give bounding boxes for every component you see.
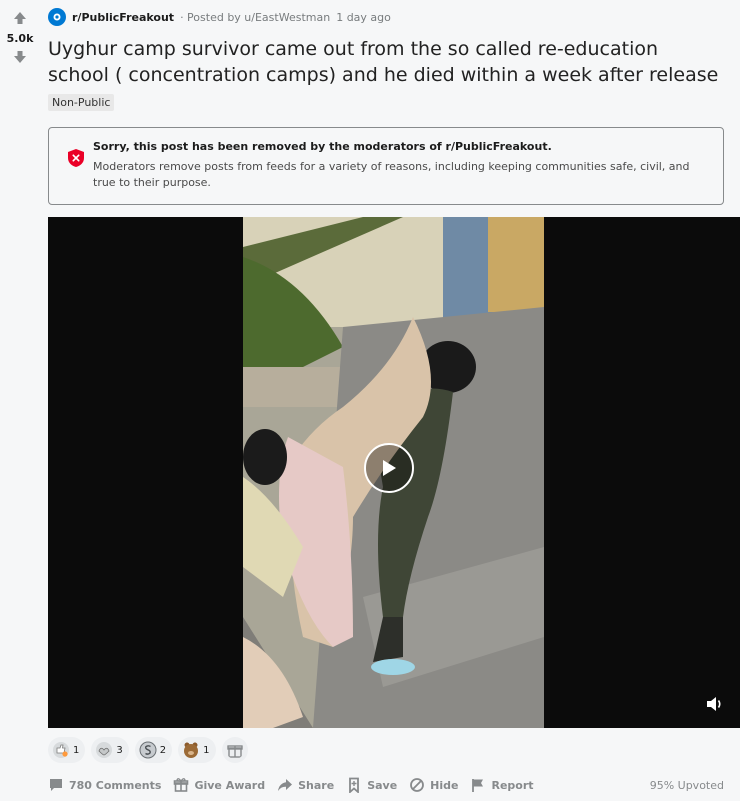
award-count: 2 (159, 744, 167, 756)
removed-notice-body: Moderators remove posts from feeds for a… (93, 160, 690, 189)
award-count: 3 (116, 744, 123, 756)
wholesome-award-icon (96, 742, 113, 758)
award-silver[interactable]: 2 (134, 737, 173, 763)
video-player[interactable] (48, 217, 740, 728)
share-icon (278, 779, 293, 791)
award-bear[interactable]: 1 (178, 737, 216, 763)
give-award-button[interactable]: Give Award (173, 777, 265, 793)
post-content: r/PublicFreakout · Posted by u/EastWestm… (48, 0, 724, 205)
comment-icon (50, 779, 62, 791)
give-award-label: Give Award (194, 778, 266, 792)
removed-notice-heading: Sorry, this post has been removed by the… (93, 140, 552, 153)
subreddit-icon[interactable] (48, 8, 66, 26)
award-wholesome[interactable]: 3 (91, 737, 129, 763)
comments-button[interactable]: 780 Comments (48, 777, 161, 793)
post-flair[interactable]: Non-Public (48, 94, 115, 111)
award-helpful[interactable]: 1 (48, 737, 86, 763)
flag-icon (472, 779, 484, 792)
subreddit-link[interactable]: r/PublicFreakout (72, 11, 174, 24)
gift-icon (226, 745, 243, 758)
report-label: Report (491, 778, 534, 792)
bookmark-icon (349, 777, 360, 793)
hide-icon (410, 778, 425, 792)
report-button[interactable]: Report (470, 777, 534, 793)
removed-shield-icon (68, 149, 84, 167)
play-button-icon[interactable] (364, 443, 414, 493)
upvote-ratio: 95% Upvoted (649, 778, 724, 792)
volume-icon[interactable] (706, 696, 724, 712)
bear-award-icon (184, 742, 199, 758)
gift-icon (174, 778, 189, 792)
add-award-button[interactable] (221, 737, 248, 763)
helpful-award-icon (53, 742, 69, 758)
save-button[interactable]: Save (346, 777, 397, 793)
post-action-bar: 780 Comments Give Award Share Save Hide (48, 774, 724, 796)
silver-award-icon (139, 741, 157, 759)
comments-label: 780 Comments (69, 778, 162, 792)
share-button[interactable]: Share (277, 777, 334, 793)
removed-notice: Sorry, this post has been removed by the… (48, 127, 724, 205)
post-meta: r/PublicFreakout · Posted by u/EastWestm… (48, 0, 724, 34)
downvote-arrow-icon[interactable] (10, 47, 30, 67)
upvote-arrow-icon[interactable] (10, 8, 30, 28)
awards-bar: 1 3 2 1 (48, 737, 248, 763)
post-time: 1 day ago (336, 10, 391, 24)
award-count: 1 (203, 744, 210, 756)
vote-score: 5.0k (6, 32, 34, 45)
post-title[interactable]: Uyghur camp survivor came out from the s… (48, 36, 724, 88)
award-count: 1 (73, 744, 80, 756)
vote-column: 5.0k (0, 8, 40, 67)
save-label: Save (367, 778, 398, 792)
hide-button[interactable]: Hide (409, 777, 458, 793)
posted-by-label[interactable]: · Posted by u/EastWestman (180, 11, 330, 24)
share-label: Share (298, 778, 335, 792)
hide-label: Hide (430, 778, 459, 792)
